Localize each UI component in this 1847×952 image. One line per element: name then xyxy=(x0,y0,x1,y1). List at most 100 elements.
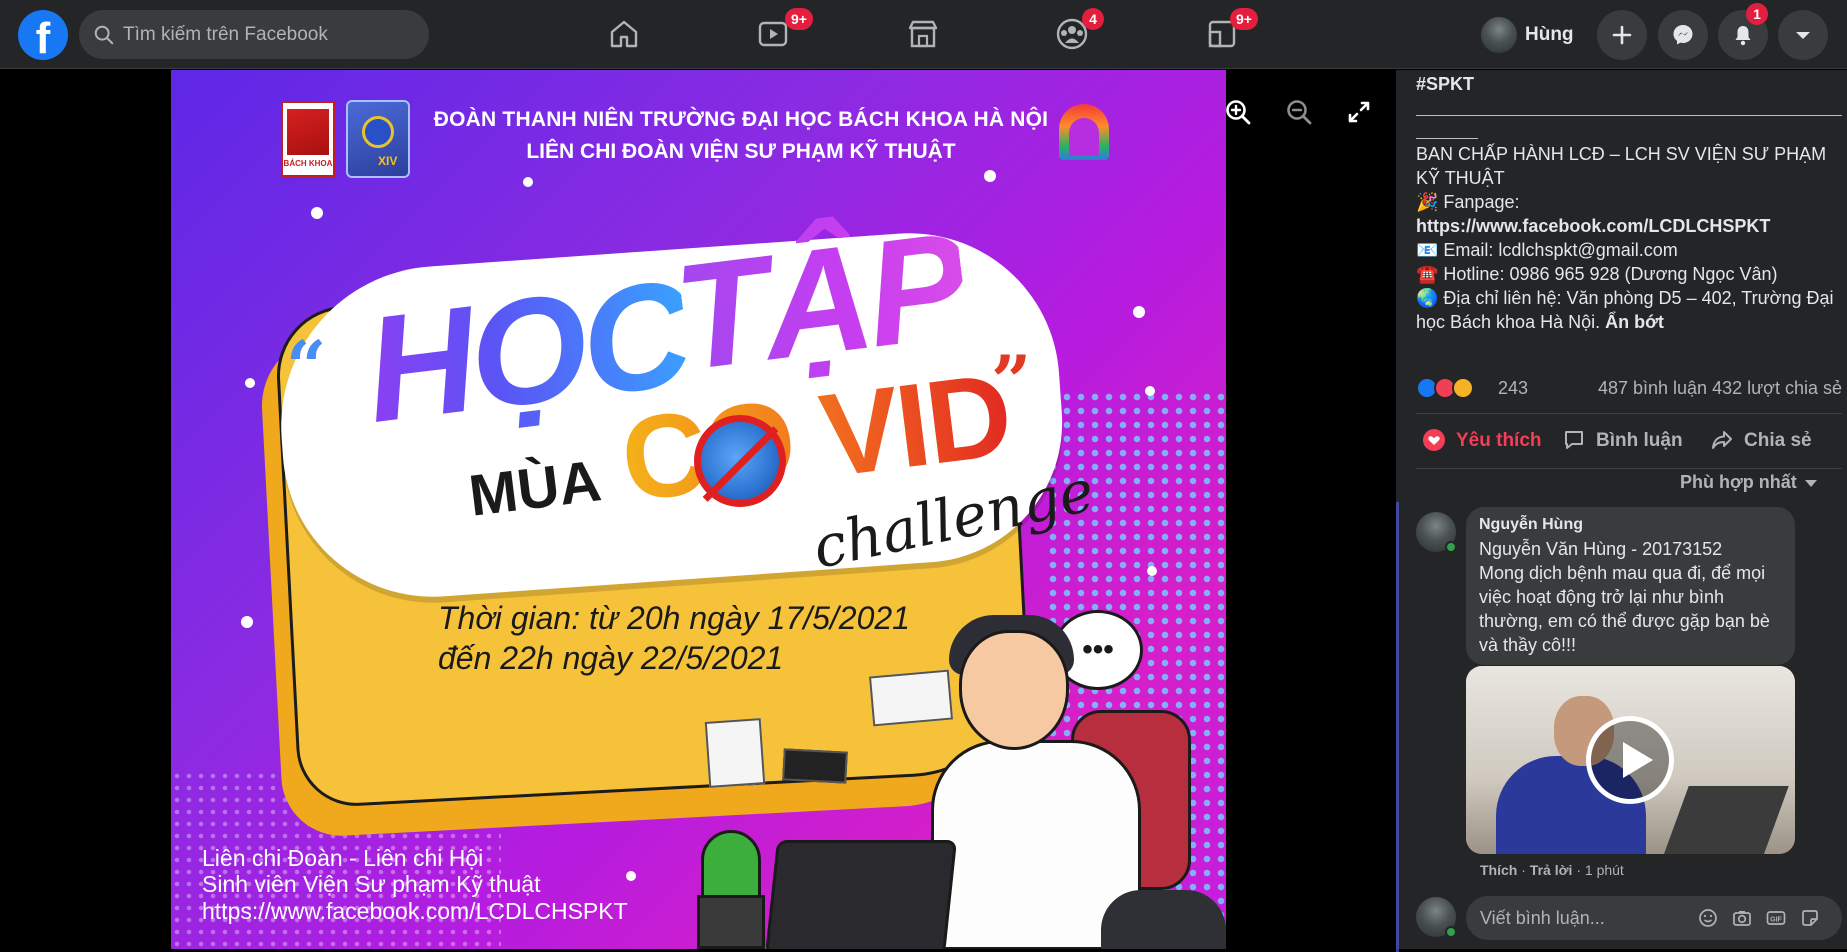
profile-chip[interactable]: Hùng xyxy=(1477,12,1615,58)
online-status-dot xyxy=(1445,926,1457,938)
comment-thread-line xyxy=(1396,502,1399,952)
decor-dot xyxy=(984,170,996,182)
comment-label: Bình luận xyxy=(1596,430,1683,451)
photo-viewer: BÁCH KHOA XIV ĐOÀN THANH NIÊN TRƯỜNG ĐẠI… xyxy=(0,70,1395,949)
share-icon xyxy=(1712,431,1732,449)
profile-name: Hùng xyxy=(1525,24,1574,45)
comment-author[interactable]: Nguyễn Hùng xyxy=(1479,516,1583,534)
bach-khoa-logo-emblem xyxy=(287,109,329,155)
sticker-icon[interactable] xyxy=(1800,908,1820,928)
comment-like-link[interactable]: Thích xyxy=(1480,862,1517,878)
share-button[interactable]: Chia sẻ xyxy=(1710,424,1830,458)
post-address: 🌏 Địa chỉ liên hệ: Văn phòng D5 – 402, T… xyxy=(1416,286,1836,334)
poster-quote-open: “ xyxy=(286,325,327,408)
sort-label: Phù hợp nhất xyxy=(1680,472,1797,492)
comments-shares-count[interactable]: 487 bình luận 432 lượt chia sẻ xyxy=(1598,378,1842,399)
groups-badge: 4 xyxy=(1082,8,1104,30)
messenger-icon xyxy=(1673,25,1693,45)
fullscreen-button[interactable] xyxy=(1337,90,1381,134)
comment-button[interactable]: Bình luận xyxy=(1562,424,1692,458)
comment-sort-dropdown[interactable]: Phù hợp nhất xyxy=(1680,472,1817,493)
sticky-note-illustration xyxy=(704,718,766,788)
expand-icon xyxy=(1348,101,1370,123)
zoom-out-button[interactable] xyxy=(1277,90,1321,134)
comment-composer[interactable]: GIF xyxy=(1466,896,1842,940)
svg-text:GIF: GIF xyxy=(1770,917,1782,924)
youth-union-logo-emblem xyxy=(362,116,394,148)
marketplace-icon xyxy=(908,20,938,48)
comment-video-thumbnail[interactable] xyxy=(1466,666,1795,854)
camera-icon[interactable] xyxy=(1732,908,1752,928)
facebook-logo-letter: f xyxy=(35,14,51,63)
text-divider-line xyxy=(1416,115,1842,116)
share-label: Chia sẻ xyxy=(1744,430,1812,451)
sticky-note-illustration xyxy=(868,669,954,727)
bell-icon xyxy=(1735,26,1751,46)
youth-union-logo: XIV xyxy=(346,100,410,178)
like-label: Yêu thích xyxy=(1456,430,1542,451)
decor-dot xyxy=(241,616,253,628)
poster-footer-line-1: Liên chi Đoàn - Liên chi Hội xyxy=(202,845,484,871)
zoom-in-icon xyxy=(1226,100,1251,125)
poster-org-line-2: LIÊN CHI ĐOÀN VIỆN SƯ PHẠM KỸ THUẬT xyxy=(526,140,956,163)
reaction-count[interactable]: 243 xyxy=(1498,378,1528,399)
divider xyxy=(1416,468,1842,469)
zoom-in-button[interactable] xyxy=(1216,90,1260,134)
bach-khoa-logo-text: BÁCH KHOA xyxy=(283,159,333,168)
reactions-summary[interactable]: 243 487 bình luận 432 lượt chia sẻ xyxy=(1416,374,1842,402)
event-poster-image: BÁCH KHOA XIV ĐOÀN THANH NIÊN TRƯỜNG ĐẠI… xyxy=(171,70,1226,949)
search-input[interactable] xyxy=(123,10,413,59)
post-fanpage-link[interactable]: https://www.facebook.com/LCDLCHSPKT xyxy=(1416,214,1836,238)
sticky-note-illustration xyxy=(782,748,848,784)
divider xyxy=(1416,413,1842,414)
nav-marketplace[interactable] xyxy=(901,14,945,54)
notifications-button[interactable]: 1 xyxy=(1718,3,1768,60)
text-divider-short xyxy=(1416,138,1478,139)
post-email: 📧 Email: lcdlchspkt@gmail.com xyxy=(1416,240,1678,260)
laptop-illustration xyxy=(764,840,958,949)
search-box[interactable] xyxy=(79,10,429,59)
poster-quote-close: ” xyxy=(991,340,1032,423)
nav-groups[interactable]: 4 xyxy=(1050,8,1104,54)
create-button[interactable] xyxy=(1597,10,1647,60)
person-head-illustration xyxy=(959,630,1069,750)
account-menu-button[interactable] xyxy=(1778,10,1828,60)
decor-dot xyxy=(245,378,255,388)
post-details-panel: #SPKT BAN CHẤP HÀNH LCĐ – LCH SV VIỆN SƯ… xyxy=(1396,70,1847,952)
top-navigation-bar: f 9+ 4 9+ Hùng 1 xyxy=(0,0,1847,69)
facebook-logo[interactable]: f xyxy=(18,10,68,63)
messenger-button[interactable] xyxy=(1658,10,1708,60)
post-hashtag[interactable]: #SPKT xyxy=(1416,72,1836,96)
comment-input[interactable] xyxy=(1480,896,1680,940)
gaming-badge: 9+ xyxy=(1230,8,1258,30)
decor-dot xyxy=(311,207,323,219)
gif-icon[interactable]: GIF xyxy=(1766,908,1786,928)
avatar xyxy=(1481,17,1517,53)
nav-gaming[interactable]: 9+ xyxy=(1200,8,1258,54)
search-icon xyxy=(94,25,114,45)
decor-dot xyxy=(1145,386,1155,396)
emoji-icon[interactable] xyxy=(1698,908,1718,928)
poster-footer-line-3: https://www.facebook.com/LCDLCHSPKT xyxy=(202,898,628,924)
covid-virus-icon xyxy=(694,415,786,507)
home-icon xyxy=(610,20,638,48)
comment-reply-link[interactable]: Trả lời xyxy=(1530,862,1573,878)
nav-home[interactable] xyxy=(602,14,646,54)
online-status-dot xyxy=(1445,541,1457,553)
poster-org-line-1: ĐOÀN THANH NIÊN TRƯỜNG ĐẠI HỌC BÁCH KHOA… xyxy=(433,108,1049,131)
comment-time[interactable]: 1 phút xyxy=(1585,862,1624,878)
care-reaction-icon xyxy=(1452,377,1474,399)
nav-watch[interactable]: 9+ xyxy=(751,8,813,54)
cat-illustration xyxy=(1101,890,1226,949)
notifications-badge: 1 xyxy=(1746,3,1768,25)
like-button[interactable]: Yêu thích xyxy=(1422,424,1552,458)
youth-union-logo-text: XIV xyxy=(378,154,398,168)
decor-dot xyxy=(1133,306,1145,318)
comment-bubble: Nguyễn Hùng Nguyễn Văn Hùng - 20173152 M… xyxy=(1466,507,1795,665)
see-less-link[interactable]: Ẩn bớt xyxy=(1605,312,1664,332)
poster-time-line-1: Thời gian: từ 20h ngày 17/5/2021 xyxy=(438,600,910,636)
plus-icon xyxy=(1612,25,1632,45)
play-icon[interactable] xyxy=(1586,716,1674,804)
comment-actions: Thích · Trả lời · 1 phút xyxy=(1480,862,1624,878)
comment-icon xyxy=(1565,431,1583,449)
